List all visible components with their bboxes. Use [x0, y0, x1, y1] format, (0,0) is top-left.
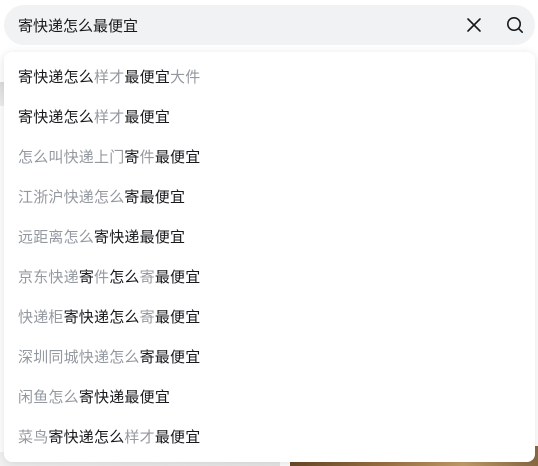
suggestion-matched-text: 最便宜 [154, 307, 201, 326]
suggestion-completion-text: 寄 [139, 307, 155, 326]
suggestion-item[interactable]: 快递柜 寄快递怎么寄最便宜 [4, 296, 535, 336]
suggestion-item[interactable]: 江浙沪快递怎么 寄最便宜 [4, 176, 535, 216]
close-icon [467, 18, 481, 32]
suggestion-completion-text: 样才 [124, 427, 155, 446]
suggestion-item[interactable]: 远距离怎么 寄快递最便宜 [4, 216, 535, 256]
search-bar [4, 5, 535, 45]
suggestion-completion-text: 快递柜 [18, 307, 64, 326]
suggestion-completion-text: 样才 [94, 107, 125, 126]
suggestion-matched-text: 最便宜 [124, 67, 171, 86]
search-suggestions-dropdown: 寄快递怎么 样才 最便宜 大件 寄快递怎么 样才 最便宜 怎么叫快递上门寄件最便宜 江浙沪快递怎… [4, 52, 535, 462]
suggestion-completion-text: 深圳同城快递怎么 [18, 347, 140, 366]
clear-search-button[interactable] [462, 14, 486, 36]
search-icon [507, 17, 523, 33]
suggestion-matched-text: 寄快递最便宜 [94, 227, 186, 246]
suggestion-matched-text: 寄最便宜 [139, 347, 201, 366]
suggestion-completion-text: 远距离怎么 [18, 227, 95, 246]
suggestion-matched-text: 寄快递怎么 [63, 307, 140, 326]
suggestion-completion-text: 闲鱼怎么 [18, 387, 79, 406]
suggestion-item[interactable]: 深圳同城快递怎么 寄最便宜 [4, 336, 535, 376]
suggestion-completion-text: 怎么叫快递上门 [18, 147, 125, 166]
search-input[interactable] [18, 5, 438, 45]
suggestion-completion-text: 件 [94, 267, 110, 286]
suggestion-completion-text: 寄 [139, 267, 155, 286]
suggestion-matched-text: 寄快递最便宜 [78, 387, 171, 406]
suggestion-item[interactable]: 菜鸟 寄快递怎么 样才 最便宜 [4, 416, 535, 456]
suggestion-completion-text: 京东快递 [18, 267, 79, 286]
suggestion-matched-text: 怎么 [109, 267, 140, 286]
suggestion-item[interactable]: 寄快递怎么 样才 最便宜 大件 [4, 56, 535, 96]
suggestion-matched-text: 寄 [124, 147, 140, 166]
suggestion-matched-text: 寄 [78, 267, 95, 286]
suggestion-matched-text: 最便宜 [154, 427, 201, 446]
suggestion-item[interactable]: 闲鱼怎么 寄快递最便宜 [4, 376, 535, 416]
suggestion-completion-text: 江浙沪快递怎么 [18, 187, 125, 206]
suggestion-matched-text: 寄最便宜 [124, 187, 186, 206]
suggestion-completion-text: 件 [139, 147, 155, 166]
suggestion-completion-text: 样才 [94, 67, 125, 86]
suggestion-matched-text: 最便宜 [154, 267, 201, 286]
suggestion-item[interactable]: 京东快递寄件怎么寄最便宜 [4, 256, 535, 296]
suggestion-completion-text: 菜鸟 [18, 427, 49, 446]
suggestion-matched-text: 寄快递怎么 [18, 67, 95, 86]
suggestion-matched-text: 寄快递怎么 [18, 107, 95, 126]
suggestion-completion-text: 大件 [170, 67, 201, 86]
page: 寄快递怎么样才最便宜大件寄快递怎么样才最便宜怎么叫快递上门寄件最便宜江浙沪快递怎… [0, 0, 538, 466]
suggestion-matched-text: 最便宜 [124, 107, 171, 126]
suggestion-item[interactable]: 寄快递怎么 样才 最便宜 [4, 96, 535, 136]
suggestion-matched-text: 寄快递怎么 [48, 427, 125, 446]
suggestion-item[interactable]: 怎么叫快递上门寄件最便宜 [4, 136, 535, 176]
search-button[interactable] [502, 13, 528, 37]
suggestion-matched-text: 最便宜 [154, 147, 201, 166]
